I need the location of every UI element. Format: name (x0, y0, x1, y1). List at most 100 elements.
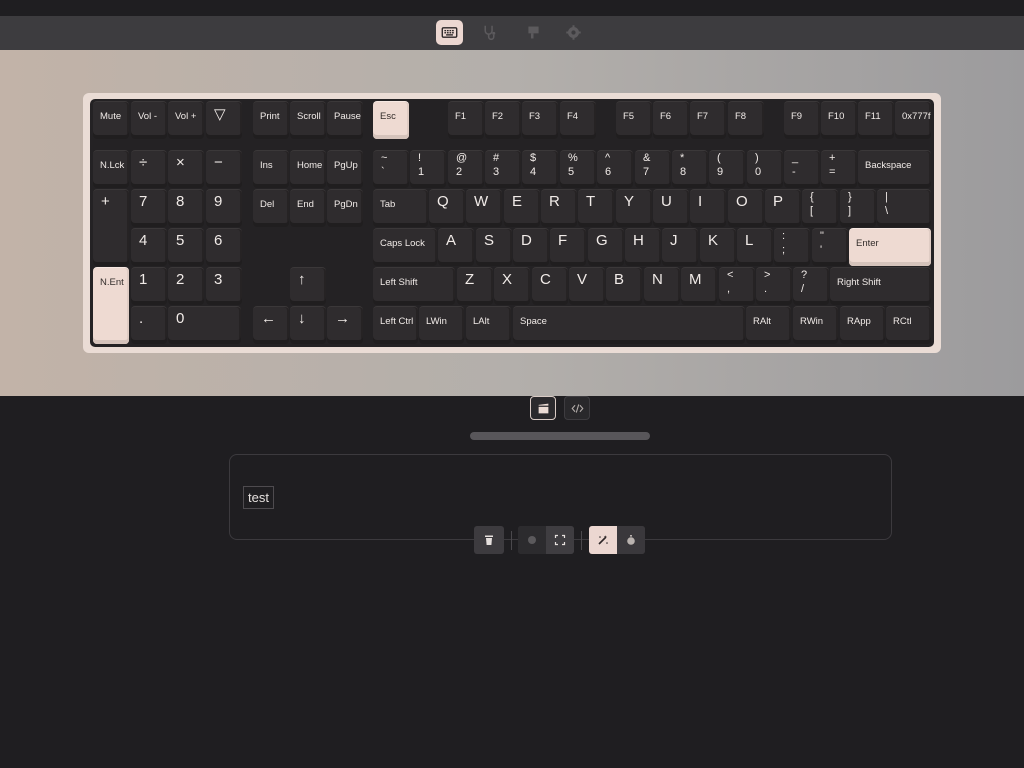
key-rwin[interactable]: RWin (793, 306, 838, 344)
key-3[interactable]: 3 (206, 267, 242, 305)
key-lwin[interactable]: LWin (419, 306, 464, 344)
key-k3[interactable]: ▽ (206, 101, 242, 139)
key-4[interactable]: 4 (131, 228, 167, 266)
key-g[interactable]: G (588, 228, 624, 266)
tab-settings[interactable] (560, 20, 587, 45)
key-i[interactable]: I (690, 189, 726, 227)
key-print[interactable]: Print (253, 101, 289, 139)
key-ins[interactable]: Ins (253, 150, 289, 188)
key-z[interactable]: Z (457, 267, 493, 305)
key-k38[interactable]: _ - (784, 150, 820, 188)
key-s[interactable]: S (476, 228, 512, 266)
key-end[interactable]: End (290, 189, 326, 227)
key-y[interactable]: Y (616, 189, 652, 227)
key-l[interactable]: L (737, 228, 773, 266)
key-f5[interactable]: F5 (616, 101, 652, 139)
record-button[interactable] (518, 526, 546, 554)
key-rctl[interactable]: RCtl (886, 306, 931, 344)
key-8[interactable]: * 8 (672, 150, 708, 188)
key-r[interactable]: R (541, 189, 577, 227)
key-j[interactable]: J (662, 228, 698, 266)
key-del[interactable]: Del (253, 189, 289, 227)
key-n-lck[interactable]: N.Lck (93, 150, 129, 188)
key-home[interactable]: Home (290, 150, 326, 188)
key-o[interactable]: O (728, 189, 764, 227)
key-1[interactable]: 1 (131, 267, 167, 305)
key-w[interactable]: W (466, 189, 502, 227)
key-backspace[interactable]: Backspace (858, 150, 931, 188)
key-7[interactable]: 7 (131, 189, 167, 227)
key-2[interactable]: @2 (448, 150, 484, 188)
key-k39[interactable]: + = (821, 150, 857, 188)
tab-keyboard[interactable] (436, 20, 463, 45)
tab-board[interactable] (520, 20, 547, 45)
resize-handle[interactable] (470, 432, 650, 440)
key-k60[interactable]: }] (840, 189, 876, 227)
key-4[interactable]: $4 (522, 150, 558, 188)
key-5[interactable]: % 5 (560, 150, 596, 188)
key-f10[interactable]: F10 (821, 101, 857, 139)
key-9[interactable]: 9 (206, 189, 242, 227)
key-d[interactable]: D (513, 228, 549, 266)
key-mute[interactable]: Mute (93, 101, 129, 139)
key-pgdn[interactable]: PgDn (327, 189, 363, 227)
key-k82[interactable]: ↑ (290, 267, 326, 305)
magic-wand-button[interactable] (589, 526, 617, 554)
key-3[interactable]: #3 (485, 150, 521, 188)
key-k99[interactable]: → (327, 306, 363, 344)
key-f7[interactable]: F7 (690, 101, 726, 139)
key-2[interactable]: 2 (168, 267, 204, 305)
key-k91[interactable]: <, (719, 267, 755, 305)
key-n-ent[interactable]: N.Ent (93, 267, 129, 344)
key-esc[interactable]: Esc (373, 101, 409, 139)
key-k97[interactable]: ← (253, 306, 289, 344)
key-ralt[interactable]: RAlt (746, 306, 791, 344)
key-f6[interactable]: F6 (653, 101, 689, 139)
key-6[interactable]: ^ 6 (597, 150, 633, 188)
key-b[interactable]: B (606, 267, 642, 305)
key-1[interactable]: ! 1 (410, 150, 446, 188)
key-k23[interactable]: − (206, 150, 242, 188)
key-f[interactable]: F (550, 228, 586, 266)
key-5[interactable]: 5 (168, 228, 204, 266)
key-k44[interactable]: + (93, 189, 129, 266)
timer-button[interactable] (617, 526, 645, 554)
key-f9[interactable]: F9 (784, 101, 820, 139)
key-k76[interactable]: " ' (812, 228, 848, 266)
key-0x777f[interactable]: 0x777f (895, 101, 931, 139)
key-6[interactable]: 6 (206, 228, 242, 266)
key-tab[interactable]: Tab (373, 189, 428, 227)
key-t[interactable]: T (578, 189, 614, 227)
key-m[interactable]: M (681, 267, 717, 305)
key-x[interactable]: X (494, 267, 530, 305)
key-e[interactable]: E (504, 189, 540, 227)
key-k27[interactable]: ~ ` (373, 150, 409, 188)
key-f1[interactable]: F1 (448, 101, 484, 139)
key-0[interactable]: 0 (168, 306, 241, 344)
key-pause[interactable]: Pause (327, 101, 363, 139)
key-vol[interactable]: Vol + (168, 101, 204, 139)
key-8[interactable]: 8 (168, 189, 204, 227)
key-a[interactable]: A (438, 228, 474, 266)
key-space[interactable]: Space (513, 306, 745, 344)
key-f2[interactable]: F2 (485, 101, 521, 139)
key-f3[interactable]: F3 (522, 101, 558, 139)
key-n[interactable]: N (644, 267, 680, 305)
key-0[interactable]: ) 0 (747, 150, 783, 188)
clear-button[interactable] (474, 526, 504, 554)
tab-diagnostics[interactable] (476, 20, 503, 45)
key-lalt[interactable]: LAlt (466, 306, 511, 344)
key-u[interactable]: U (653, 189, 689, 227)
key-left-ctrl[interactable]: Left Ctrl (373, 306, 418, 344)
visual-mode-button[interactable] (530, 396, 556, 420)
key-right-shift[interactable]: Right Shift (830, 267, 931, 305)
key-k98[interactable]: ↓ (290, 306, 326, 344)
key-h[interactable]: H (625, 228, 661, 266)
key-k92[interactable]: >. (756, 267, 792, 305)
key-f4[interactable]: F4 (560, 101, 596, 139)
key-k59[interactable]: {[ (802, 189, 838, 227)
key-k93[interactable]: ? / (793, 267, 829, 305)
key-q[interactable]: Q (429, 189, 465, 227)
key-scroll[interactable]: Scroll (290, 101, 326, 139)
code-mode-button[interactable] (564, 396, 590, 420)
